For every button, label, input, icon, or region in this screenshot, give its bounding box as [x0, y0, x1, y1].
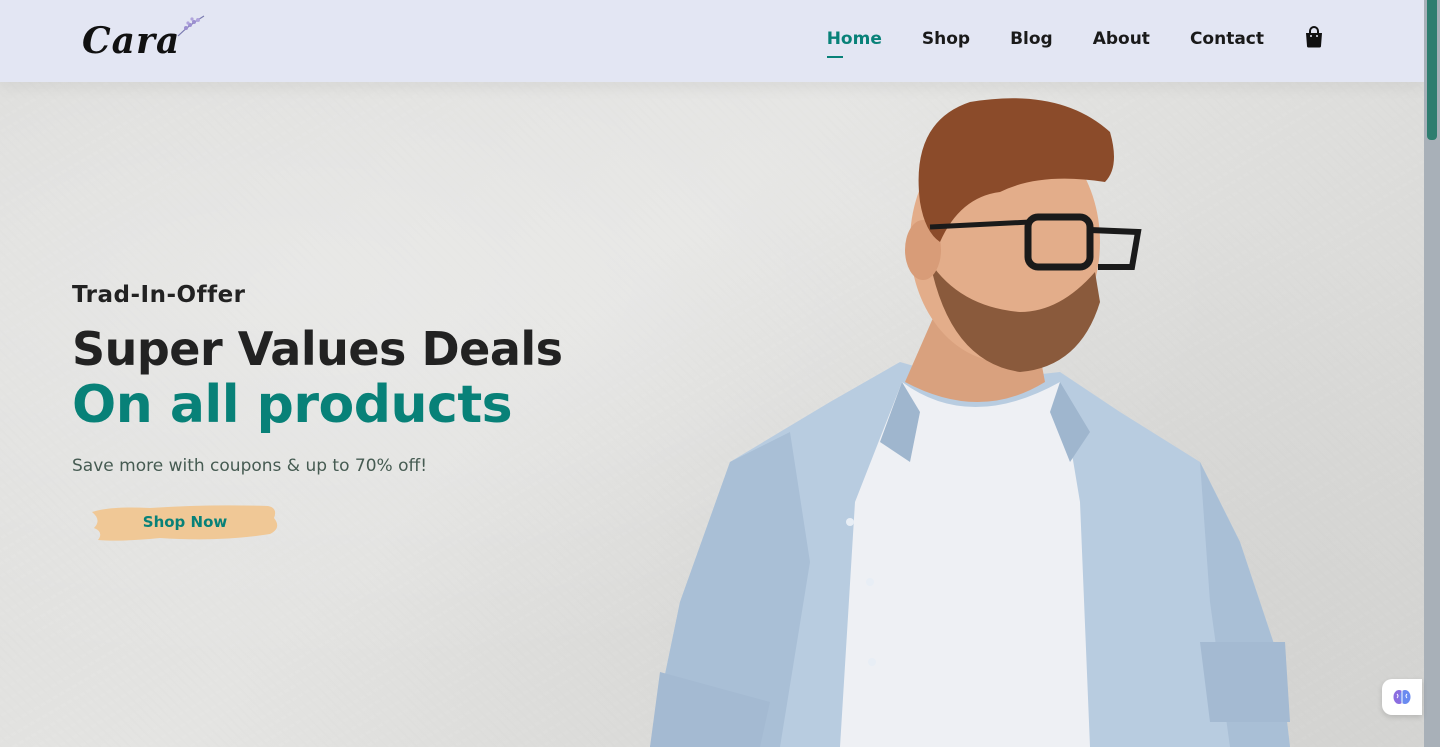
cart-link[interactable]	[1304, 25, 1324, 57]
brain-icon	[1393, 690, 1411, 704]
nav-shop-link[interactable]: Shop	[922, 29, 970, 53]
hero-eyebrow: Trad-In-Offer	[72, 282, 246, 308]
shop-now-label: Shop Now	[142, 513, 228, 532]
page-scrollbar[interactable]	[1424, 0, 1440, 747]
shop-now-button[interactable]: Shop Now	[90, 498, 280, 546]
hero-subtext: Save more with coupons & up to 70% off!	[72, 456, 428, 477]
nav-home-link[interactable]: Home	[826, 29, 882, 58]
nav-contact-link[interactable]: Contact	[1190, 29, 1264, 53]
shopping-bag-icon	[1306, 25, 1322, 47]
hero-headline: Super Values Deals	[72, 322, 563, 376]
lavender-sprig-icon	[177, 15, 205, 37]
scrollbar-thumb[interactable]	[1427, 0, 1437, 140]
brand-logo[interactable]: Cara	[82, 15, 205, 62]
site-header: Cara Home Shop Blog About Contact	[0, 0, 1424, 82]
logo-text: Cara	[82, 20, 181, 62]
hero-section: Trad-In-Offer Super Values Deals On all …	[0, 82, 1424, 747]
hero-text-block: Trad-In-Offer Super Values Deals On all …	[72, 282, 563, 546]
nav-blog-link[interactable]: Blog	[1010, 29, 1053, 53]
model-photo	[650, 98, 1290, 747]
hero-highlight: On all products	[72, 375, 513, 436]
extension-button[interactable]	[1382, 679, 1422, 715]
main-nav: Home Shop Blog About Contact	[826, 25, 1324, 58]
nav-about-link[interactable]: About	[1093, 29, 1150, 53]
